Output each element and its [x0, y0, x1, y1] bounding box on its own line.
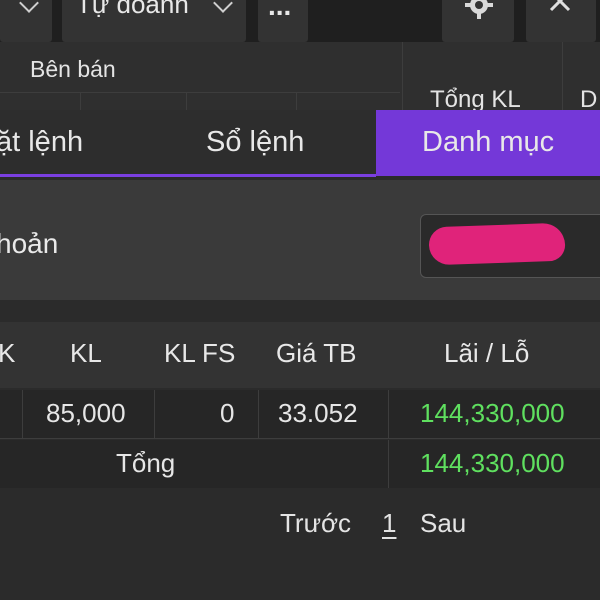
account-type-label: Tự doanh — [76, 0, 189, 19]
pagination-prev[interactable]: Trước — [280, 508, 351, 539]
cell-divider — [388, 440, 389, 488]
depth-divider — [80, 92, 81, 112]
tab-order-book[interactable]: Sổ lệnh — [206, 126, 304, 159]
chevron-down-icon — [19, 0, 39, 13]
depth-divider — [562, 42, 563, 112]
account-select[interactable]: 58 — [420, 214, 600, 278]
depth-divider — [402, 42, 403, 112]
cell-divider — [22, 390, 23, 438]
account-type-select[interactable]: Tự doanh — [62, 0, 246, 42]
cell-divider — [388, 390, 389, 438]
more-button[interactable]: ... — [258, 0, 308, 42]
pagination-page-1[interactable]: 1 — [382, 508, 396, 539]
gear-icon — [465, 0, 493, 19]
redaction-mark — [428, 222, 566, 266]
dropdown-button-left[interactable] — [0, 0, 52, 42]
cell-divider — [258, 390, 259, 438]
cell-kl: 85,000 — [46, 398, 126, 428]
col-header-kl: KL — [70, 338, 102, 368]
col-header-k: K — [0, 338, 16, 368]
depth-divider — [186, 92, 187, 112]
cell-kl-fs: 0 — [220, 398, 235, 428]
settings-button[interactable] — [442, 0, 514, 42]
chevron-down-icon — [213, 0, 233, 13]
tab-portfolio[interactable]: Danh mục — [422, 126, 554, 159]
total-label: Tổng — [116, 448, 176, 478]
sell-side-label: Bên bán — [30, 56, 116, 82]
account-label: hoản — [0, 228, 59, 259]
pagination-next[interactable]: Sau — [420, 508, 466, 539]
more-label: ... — [268, 0, 292, 21]
depth-divider — [296, 92, 297, 112]
col-header-profit-loss: Lãi / Lỗ — [444, 338, 530, 368]
total-profit-loss: 144,330,000 — [420, 448, 565, 478]
tab-place-order[interactable]: ặt lệnh — [0, 126, 83, 159]
close-button[interactable] — [526, 0, 596, 42]
cell-avg-price: 33.052 — [278, 398, 358, 428]
tab-underline — [0, 174, 376, 177]
row-divider — [0, 438, 600, 439]
cell-divider — [154, 390, 155, 438]
depth-divider — [0, 92, 400, 93]
col-header-kl-fs: KL FS — [164, 338, 236, 368]
close-icon — [549, 0, 571, 12]
cell-profit-loss: 144,330,000 — [420, 398, 565, 428]
col-header-avg-price: Giá TB — [276, 338, 357, 368]
